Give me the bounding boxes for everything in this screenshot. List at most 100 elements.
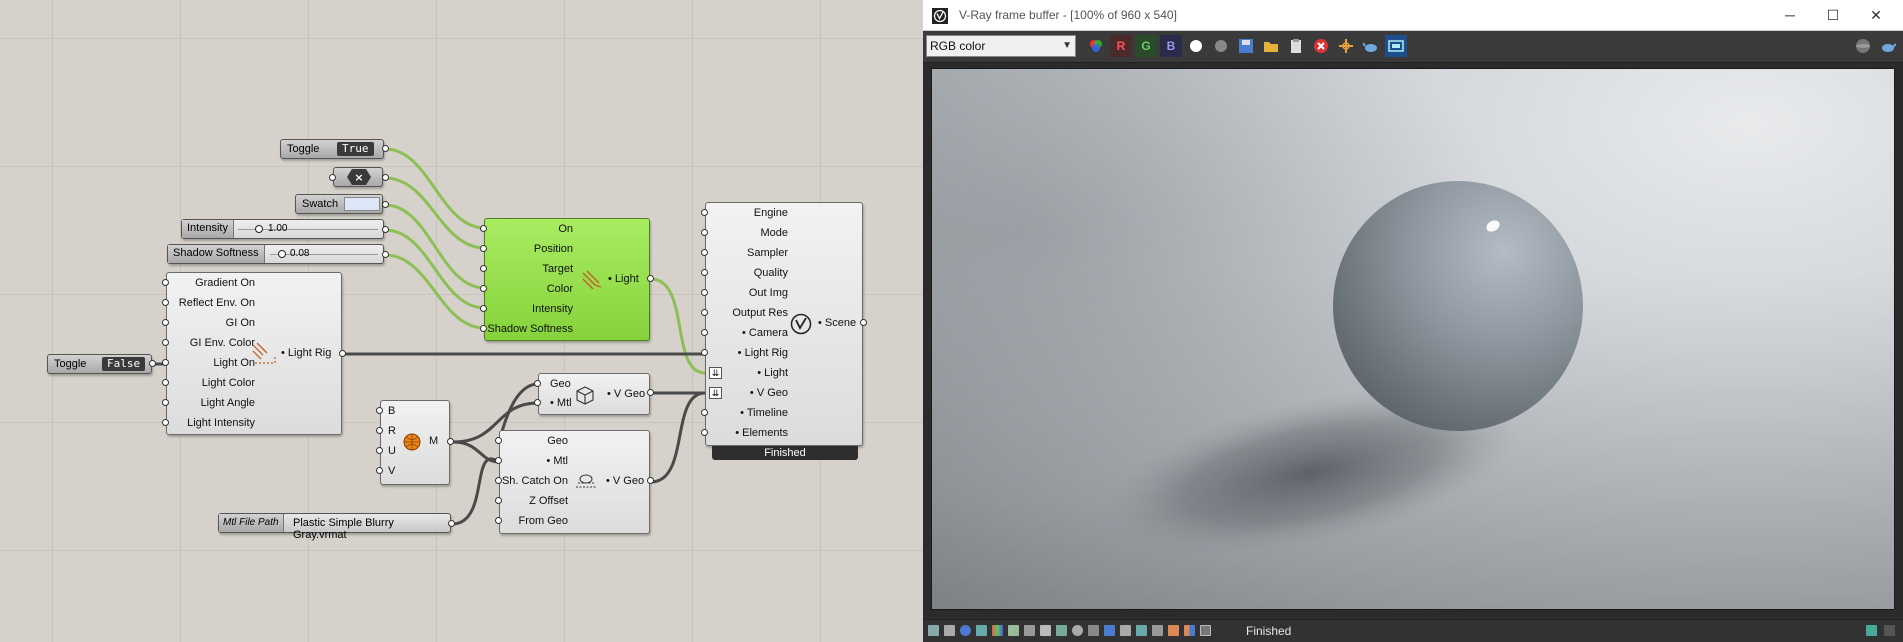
toggle-false[interactable]: Toggle False bbox=[47, 354, 152, 374]
input-grip[interactable] bbox=[701, 289, 708, 296]
slider-knob[interactable] bbox=[278, 250, 286, 258]
output-grip[interactable] bbox=[647, 389, 654, 396]
color-balance-icon[interactable] bbox=[992, 625, 1003, 636]
input-grip[interactable] bbox=[162, 339, 169, 346]
settings-icon[interactable] bbox=[1072, 625, 1083, 636]
input-grip[interactable] bbox=[701, 309, 708, 316]
info-icon[interactable] bbox=[960, 625, 971, 636]
toggle-value[interactable]: False bbox=[102, 357, 146, 371]
input-grip[interactable] bbox=[162, 279, 169, 286]
close-button[interactable]: ✕ bbox=[1866, 6, 1886, 24]
input-grip[interactable] bbox=[701, 229, 708, 236]
hdr-icon[interactable] bbox=[1152, 625, 1163, 636]
input-grip[interactable] bbox=[162, 359, 169, 366]
input-grip[interactable] bbox=[480, 225, 487, 232]
input-grip[interactable] bbox=[480, 245, 487, 252]
mtl-file-path-parameter[interactable]: Mtl File Path Plastic Simple Blurry Gray… bbox=[218, 513, 451, 541]
save-icon[interactable] bbox=[1235, 35, 1257, 57]
swatch-color[interactable] bbox=[344, 197, 380, 211]
output-grip[interactable] bbox=[382, 226, 389, 233]
compare-icon[interactable] bbox=[1168, 625, 1179, 636]
swatch-parameter[interactable]: Swatch bbox=[295, 194, 383, 214]
red-channel-button[interactable]: R bbox=[1110, 35, 1132, 57]
point-parameter[interactable]: × bbox=[333, 167, 383, 187]
panel-toggle-icon[interactable] bbox=[1866, 625, 1877, 636]
input-grip[interactable] bbox=[376, 407, 383, 414]
region-icon[interactable] bbox=[1088, 625, 1099, 636]
input-grip[interactable] bbox=[480, 325, 487, 332]
follow-mouse-icon[interactable] bbox=[1104, 625, 1115, 636]
input-grip[interactable] bbox=[480, 265, 487, 272]
geometry-component[interactable]: Geo • Mtl • V Geo bbox=[538, 373, 650, 415]
input-grip[interactable] bbox=[701, 349, 708, 356]
track-mouse-icon[interactable] bbox=[1335, 35, 1357, 57]
slider-track[interactable] bbox=[270, 254, 378, 255]
input-grip[interactable] bbox=[701, 249, 708, 256]
display-white-icon[interactable] bbox=[1185, 35, 1207, 57]
ab-compare-icon[interactable] bbox=[1184, 625, 1195, 636]
curves-icon[interactable] bbox=[1024, 625, 1035, 636]
render-teapot-icon[interactable] bbox=[1360, 35, 1382, 57]
light-rig-component[interactable]: Gradient On Reflect Env. On GI On GI Env… bbox=[166, 272, 342, 435]
clear-image-icon[interactable] bbox=[1310, 35, 1332, 57]
render-log-icon[interactable] bbox=[944, 625, 955, 636]
toggle-true[interactable]: Toggle True bbox=[280, 139, 384, 159]
input-grip[interactable] bbox=[329, 174, 336, 181]
output-grip[interactable] bbox=[382, 145, 389, 152]
input-grip[interactable] bbox=[162, 419, 169, 426]
sphere-view-icon[interactable] bbox=[1852, 35, 1874, 57]
green-channel-button[interactable]: G bbox=[1135, 35, 1157, 57]
display-alpha-icon[interactable] bbox=[1210, 35, 1232, 57]
input-grip[interactable] bbox=[162, 319, 169, 326]
title-bar[interactable]: V-Ray frame buffer - [100% of 960 x 540]… bbox=[923, 0, 1903, 31]
minimize-button[interactable]: ─ bbox=[1780, 6, 1800, 24]
shadow-softness-slider[interactable]: Shadow Softness 0.08 bbox=[167, 244, 384, 264]
maximize-button[interactable]: ☐ bbox=[1823, 6, 1843, 24]
input-grip[interactable] bbox=[495, 497, 502, 504]
input-grip[interactable] bbox=[376, 427, 383, 434]
input-grip[interactable] bbox=[495, 457, 502, 464]
stereo-icon[interactable] bbox=[1136, 625, 1147, 636]
shadow-catcher-component[interactable]: Geo • Mtl Sh. Catch On Z Offset From Geo… bbox=[499, 430, 650, 534]
output-grip[interactable] bbox=[447, 438, 454, 445]
render-component[interactable]: Engine Mode Sampler Quality Out Img Outp… bbox=[705, 202, 863, 446]
file-path-value[interactable]: Plastic Simple Blurry Gray.vrmat bbox=[293, 517, 450, 541]
output-grip[interactable] bbox=[647, 477, 654, 484]
levels-icon[interactable] bbox=[1008, 625, 1019, 636]
open-folder-icon[interactable] bbox=[1260, 35, 1282, 57]
input-grip[interactable] bbox=[534, 380, 541, 387]
output-grip[interactable] bbox=[382, 201, 389, 208]
output-grip[interactable] bbox=[339, 350, 346, 357]
output-grip[interactable] bbox=[382, 174, 389, 181]
output-grip[interactable] bbox=[448, 520, 455, 527]
toggle-value[interactable]: True bbox=[337, 142, 374, 156]
copy-clipboard-icon[interactable] bbox=[1285, 35, 1307, 57]
input-grip[interactable] bbox=[480, 285, 487, 292]
rendered-image[interactable] bbox=[931, 68, 1895, 610]
lens-effects-icon[interactable] bbox=[976, 625, 987, 636]
input-grip[interactable] bbox=[701, 409, 708, 416]
input-grip[interactable] bbox=[376, 467, 383, 474]
history-icon[interactable] bbox=[928, 625, 939, 636]
intensity-slider[interactable]: Intensity 1.00 bbox=[181, 219, 384, 239]
slider-knob[interactable] bbox=[255, 225, 263, 233]
input-grip[interactable] bbox=[162, 299, 169, 306]
input-grip[interactable] bbox=[701, 209, 708, 216]
input-grip[interactable] bbox=[495, 437, 502, 444]
input-grip[interactable] bbox=[376, 447, 383, 454]
input-grip[interactable] bbox=[480, 305, 487, 312]
teapot-render-icon[interactable] bbox=[1877, 35, 1899, 57]
output-grip[interactable] bbox=[860, 319, 867, 326]
region-render-icon[interactable] bbox=[1385, 35, 1407, 57]
color-corrections-icon[interactable] bbox=[1085, 35, 1107, 57]
stop-render-icon[interactable] bbox=[1200, 625, 1211, 636]
input-grip[interactable] bbox=[534, 399, 541, 406]
chevron-down-icon[interactable] bbox=[1884, 625, 1895, 636]
input-grip[interactable] bbox=[495, 517, 502, 524]
blue-channel-button[interactable]: B bbox=[1160, 35, 1182, 57]
input-grip[interactable] bbox=[701, 429, 708, 436]
input-grip[interactable] bbox=[701, 269, 708, 276]
grasshopper-canvas[interactable]: Toggle True × Swatch Intensity 1.00 Shad… bbox=[0, 0, 923, 642]
exposure-icon[interactable] bbox=[1040, 625, 1051, 636]
channel-select[interactable]: RGB color ▼ bbox=[926, 35, 1076, 57]
